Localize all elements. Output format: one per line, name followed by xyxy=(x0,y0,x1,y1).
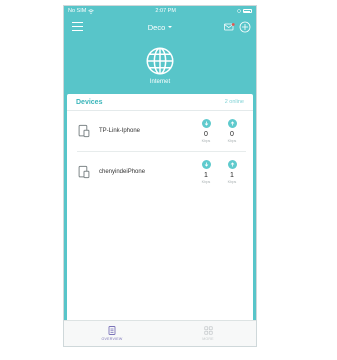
status-time: 2:07 PM xyxy=(155,8,176,14)
download-speed: 1 Kbps xyxy=(198,160,214,184)
upload-arrow-icon xyxy=(227,119,237,128)
download-unit: Kbps xyxy=(201,139,211,143)
device-name: TP-Link-Iphone xyxy=(99,128,141,134)
devices-card: Devices 2 online TP-Link-Iphone 0 Kbps 0… xyxy=(67,94,253,322)
phone-screen: No SIM 2:07 PM Deco Internet Devices 2 o… xyxy=(63,5,257,347)
tab-overview[interactable]: OVERVIEW xyxy=(64,321,160,346)
top-nav: Deco xyxy=(64,16,256,38)
download-value: 1 xyxy=(204,172,208,179)
upload-unit: Kbps xyxy=(227,139,237,143)
battery-icon xyxy=(242,9,252,13)
status-bar: No SIM 2:07 PM xyxy=(64,6,256,16)
phone-device-icon xyxy=(78,165,90,179)
internet-status[interactable]: Internet xyxy=(64,46,256,85)
download-arrow-icon xyxy=(201,119,211,128)
carrier-label: No SIM xyxy=(68,8,87,14)
tab-more-label: MORE xyxy=(202,337,214,341)
menu-bar-icon xyxy=(72,29,83,31)
tab-overview-label: OVERVIEW xyxy=(101,337,123,341)
alarm-icon xyxy=(237,9,241,13)
network-selector[interactable]: Deco xyxy=(148,23,173,32)
upload-value: 1 xyxy=(230,172,234,179)
devices-header: Devices 2 online xyxy=(67,94,253,111)
download-arrow-icon xyxy=(201,160,211,169)
mail-icon[interactable] xyxy=(224,23,235,31)
overview-icon xyxy=(108,326,116,335)
tab-more[interactable]: MORE xyxy=(160,321,256,346)
download-speed: 0 Kbps xyxy=(198,119,214,143)
upload-arrow-icon xyxy=(227,160,237,169)
device-row[interactable]: chenyindeiPhone 1 Kbps 1 Kbps xyxy=(77,152,246,192)
bottom-tab-bar: OVERVIEW MORE xyxy=(64,320,256,346)
menu-bar-icon xyxy=(72,25,83,27)
globe-icon xyxy=(146,47,174,75)
phone-device-icon xyxy=(78,124,90,138)
download-value: 0 xyxy=(204,131,208,138)
devices-title: Devices xyxy=(76,98,103,106)
add-icon[interactable] xyxy=(239,21,251,33)
device-name: chenyindeiPhone xyxy=(99,169,146,175)
device-row[interactable]: TP-Link-Iphone 0 Kbps 0 Kbps xyxy=(77,111,246,152)
wifi-icon xyxy=(88,8,95,14)
chevron-down-icon xyxy=(168,26,173,28)
upload-speed: 1 Kbps xyxy=(224,160,240,184)
more-grid-icon xyxy=(203,326,213,335)
device-speeds: 1 Kbps 1 Kbps xyxy=(198,160,240,184)
upload-unit: Kbps xyxy=(227,180,237,184)
online-count[interactable]: 2 online xyxy=(225,99,244,105)
network-title: Deco xyxy=(147,22,166,32)
upload-speed: 0 Kbps xyxy=(224,119,240,143)
upload-value: 0 xyxy=(230,131,234,138)
menu-button[interactable] xyxy=(72,22,83,31)
download-unit: Kbps xyxy=(201,180,211,184)
menu-bar-icon xyxy=(72,22,83,24)
device-speeds: 0 Kbps 0 Kbps xyxy=(198,119,240,143)
internet-label: Internet xyxy=(149,79,171,85)
